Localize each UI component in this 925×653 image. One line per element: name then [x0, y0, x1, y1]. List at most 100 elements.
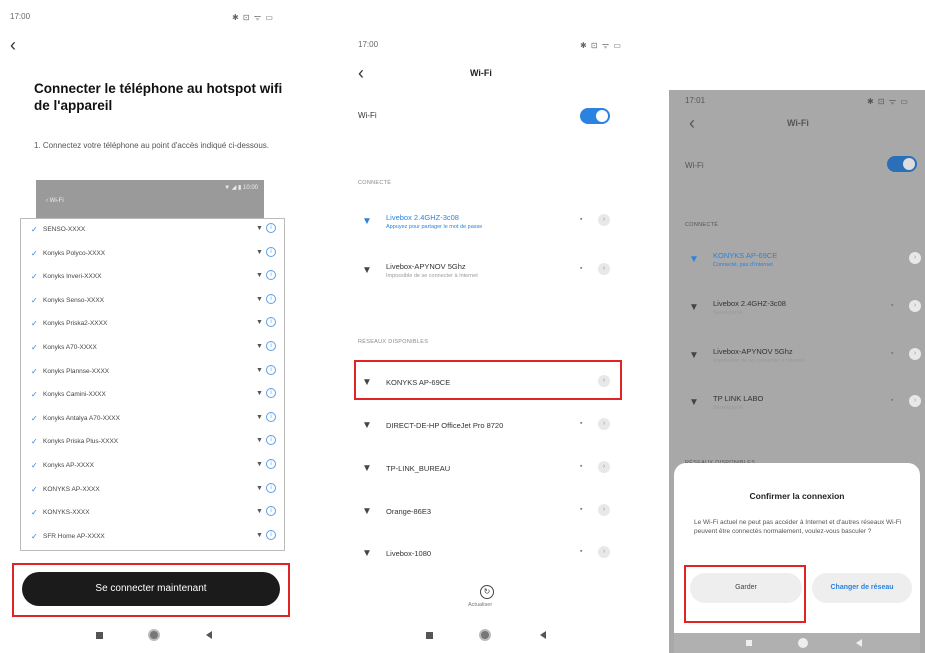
chevron-right-icon[interactable]: › — [598, 214, 610, 226]
list-item[interactable]: ✓ Konyks A70-XXXX ▼ i — [21, 337, 284, 361]
lock-icon: ▪ — [891, 302, 894, 309]
network-name[interactable]: Livebox 2.4GHZ-3c08 — [713, 299, 786, 308]
chevron-right-icon[interactable]: › — [909, 300, 921, 312]
network-name[interactable]: Livebox-APYNOV 5Ghz — [386, 262, 466, 271]
info-icon[interactable]: i — [266, 506, 276, 517]
nav-home-icon[interactable] — [148, 629, 160, 641]
wifi-icon: ▼ — [256, 248, 263, 256]
nav-recent-icon[interactable] — [746, 640, 752, 646]
check-icon: ✓ — [31, 343, 38, 352]
info-icon[interactable]: i — [266, 459, 276, 469]
chevron-right-icon[interactable]: › — [909, 252, 921, 264]
list-item[interactable]: ✓ Konyks Plannse-XXXX ▼ i — [21, 361, 284, 385]
lock-icon: ▪ — [891, 350, 894, 357]
chevron-right-icon[interactable]: › — [598, 263, 610, 275]
network-name: KONYKS AP-XXXX — [43, 485, 100, 493]
change-network-button[interactable]: Changer de réseau — [812, 573, 912, 603]
network-name[interactable]: Orange-86E3 — [386, 507, 431, 516]
network-name: KONYKS-XXXX — [43, 509, 90, 517]
network-name: SENSO-XXXX — [43, 226, 86, 233]
info-icon[interactable]: i — [266, 388, 276, 399]
network-status: Impossible de se connecter à Internet — [386, 273, 478, 279]
info-icon[interactable]: i — [266, 364, 276, 375]
back-arrow-icon[interactable]: ‹ — [689, 114, 695, 132]
network-name[interactable]: Livebox-1080 — [386, 549, 431, 558]
refresh-icon[interactable]: ↻ — [480, 585, 494, 599]
toggle-knob — [596, 110, 608, 122]
nav-back-icon[interactable] — [206, 631, 212, 639]
chevron-right-icon[interactable]: › — [598, 461, 610, 473]
check-icon: ✓ — [31, 390, 38, 400]
chevron-right-icon[interactable]: › — [909, 348, 921, 360]
wifi-icon: ▼ — [362, 506, 372, 517]
network-name: Konyks Polyco-XXXX — [43, 249, 106, 257]
list-item[interactable]: ✓ SFR Home AP-XXXX ▼ i — [21, 526, 284, 550]
info-icon[interactable]: i — [266, 482, 276, 493]
nav-back-icon[interactable] — [856, 639, 862, 647]
wifi-toggle[interactable] — [887, 156, 917, 172]
network-name[interactable]: Livebox 2.4GHZ-3c08 — [386, 213, 459, 222]
check-icon: ✓ — [31, 508, 38, 518]
network-status: Sauvegardé — [713, 405, 743, 411]
wifi-settings-preview: ▼ ◢ ▮ 10:00 ‹ Wi-Fi — [36, 180, 264, 218]
wifi-icon: ▼ — [256, 531, 263, 539]
check-icon: ✓ — [31, 531, 38, 541]
info-icon[interactable]: i — [266, 317, 276, 328]
network-name: Konyks Camini-XXXX — [43, 391, 106, 399]
info-icon[interactable]: i — [266, 411, 276, 422]
back-arrow-icon[interactable]: ‹ — [10, 36, 16, 54]
list-item[interactable]: ✓ Konyks Camini-XXXX ▼ i — [21, 384, 284, 408]
back-arrow-icon[interactable]: ‹ — [358, 64, 364, 82]
list-item[interactable]: ✓ SENSO-XXXX ▼ i — [21, 219, 284, 243]
nav-back-icon[interactable] — [540, 631, 546, 639]
info-icon[interactable]: i — [266, 293, 276, 304]
highlight-box-network — [354, 360, 622, 400]
wifi-icon: ▼ — [256, 366, 263, 374]
nav-recent-icon[interactable] — [426, 632, 433, 639]
highlight-box-keep — [684, 565, 806, 623]
chevron-right-icon[interactable]: › — [598, 546, 610, 558]
status-time: 17:00 — [358, 40, 379, 49]
check-icon: ✓ — [31, 484, 38, 494]
wifi-icon: ▼ — [256, 461, 263, 468]
info-icon[interactable]: i — [266, 223, 276, 233]
wifi-icon: ▼ — [362, 463, 372, 474]
info-icon[interactable]: i — [266, 270, 276, 281]
list-item[interactable]: ✓ Konyks Antalya A70-XXXX ▼ i — [21, 408, 284, 432]
chevron-right-icon[interactable]: › — [598, 418, 610, 430]
list-item[interactable]: ✓ Konyks Inveri-XXXX ▼ i — [21, 266, 284, 290]
info-icon[interactable]: i — [266, 435, 276, 446]
info-icon[interactable]: i — [266, 529, 276, 540]
info-icon[interactable]: i — [266, 341, 276, 351]
wifi-icon: ▼ — [362, 216, 372, 227]
list-item[interactable]: ✓ Konyks AP-XXXX ▼ i — [21, 455, 284, 479]
network-name[interactable]: DIRECT-DE-HP OfficeJet Pro 8720 — [386, 421, 503, 430]
list-item[interactable]: ✓ KONYKS AP-XXXX ▼ i — [21, 479, 284, 503]
page-title: Connecter le téléphone au hotspot wifi d… — [34, 81, 283, 113]
nav-home-icon[interactable] — [798, 638, 808, 648]
list-item[interactable]: ✓ Konyks Senso-XXXX ▼ i — [21, 290, 284, 314]
chevron-right-icon[interactable]: › — [598, 504, 610, 516]
list-item[interactable]: ✓ KONYKS-XXXX ▼ i — [21, 502, 284, 526]
nav-home-icon[interactable] — [479, 629, 491, 641]
network-name[interactable]: Livebox-APYNOV 5Ghz — [713, 347, 793, 356]
connect-now-button[interactable]: Se connecter maintenant — [22, 572, 280, 606]
wifi-toggle[interactable] — [580, 108, 610, 124]
network-name[interactable]: KONYKS AP-69CE — [713, 251, 777, 260]
info-icon[interactable]: i — [266, 246, 276, 257]
lock-icon: ▪ — [580, 506, 583, 513]
wifi-icon: ▼ — [256, 413, 263, 421]
list-item[interactable]: ✓ Konyks Polyco-XXXX ▼ i — [21, 243, 284, 267]
list-item[interactable]: ✓ Konyks Priska2-XXXX ▼ i — [21, 313, 284, 337]
wifi-icon: ▼ — [256, 295, 263, 303]
instruction-text: 1. Connectez votre téléphone au point d'… — [34, 141, 270, 150]
wifi-icon: ▼ — [256, 272, 263, 280]
refresh-label: Actualiser — [468, 602, 493, 608]
nav-recent-icon[interactable] — [96, 632, 103, 639]
list-item[interactable]: ✓ Konyks Priska Plus-XXXX ▼ i — [21, 431, 284, 455]
toggle-knob — [903, 158, 915, 170]
network-name[interactable]: TP-LINK_BUREAU — [386, 464, 450, 473]
chevron-right-icon[interactable]: › — [909, 395, 921, 407]
network-name[interactable]: TP LINK LABO — [713, 394, 763, 403]
network-name: Konyks Senso-XXXX — [43, 296, 105, 304]
